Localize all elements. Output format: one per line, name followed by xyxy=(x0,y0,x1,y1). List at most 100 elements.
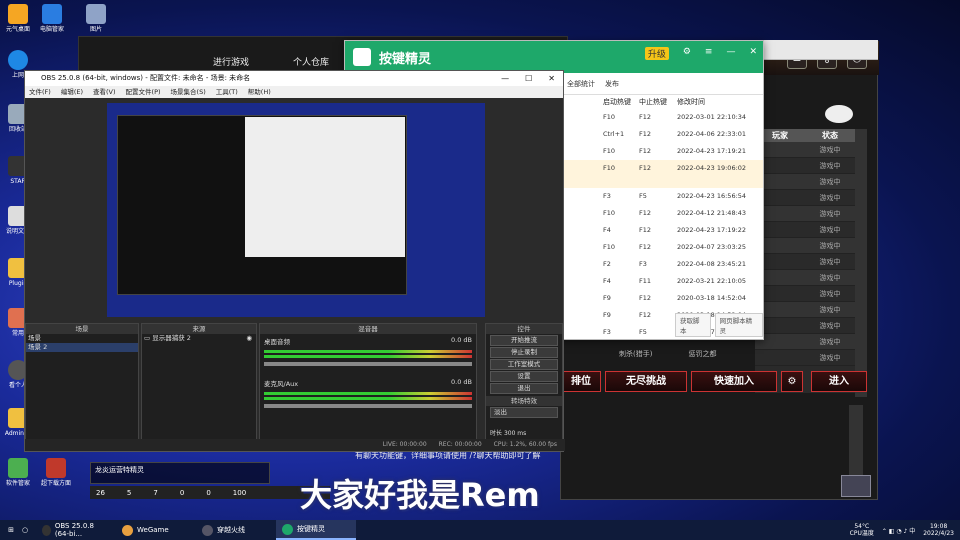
taskbar-app[interactable]: 按键精灵 xyxy=(276,520,356,540)
script-cell: F10 xyxy=(603,113,616,121)
resource-value: 100 xyxy=(232,488,247,497)
obs-menu-item[interactable]: 帮助(H) xyxy=(248,86,271,98)
quick-join-button[interactable]: 快速加入 xyxy=(691,371,777,392)
player-row[interactable]: 游戏中 xyxy=(755,318,855,334)
status-cell: 游戏中 xyxy=(819,226,841,234)
speaker-icon[interactable] xyxy=(825,105,853,123)
windows-start-icon[interactable]: ⊞ xyxy=(0,520,22,540)
script-cell: F5 xyxy=(639,328,647,336)
volume-slider[interactable] xyxy=(264,362,472,366)
studio-mode-button[interactable]: 工作室模式 xyxy=(490,359,558,370)
player-row[interactable]: 游戏中 xyxy=(755,270,855,286)
chat-scrollbar[interactable] xyxy=(849,405,863,475)
endless-challenge-button[interactable]: 无尽挑战 xyxy=(605,371,687,392)
gear-icon[interactable]: ⚙ xyxy=(781,371,803,392)
start-streaming-button[interactable]: 开始推流 xyxy=(490,335,558,346)
rec-timer: REC: 00:00:00 xyxy=(438,441,482,448)
obs-menu-item[interactable]: 文件(F) xyxy=(29,86,51,98)
get-scripts-button[interactable]: 获取脚本 xyxy=(675,313,711,337)
obs-menu-item[interactable]: 配置文件(P) xyxy=(126,86,161,98)
script-cell: 2022-03-21 22:10:05 xyxy=(677,277,747,285)
web-script-button[interactable]: 网页脚本精灵 xyxy=(714,313,763,337)
close-icon[interactable]: ✕ xyxy=(548,71,555,86)
script-cell: F10 xyxy=(603,164,616,172)
scene-item[interactable]: 场景 xyxy=(26,334,138,343)
upgrade-button[interactable]: 升级 xyxy=(644,47,669,60)
player-table-scrollbar[interactable] xyxy=(855,129,867,397)
desktop-icon-pictures[interactable]: 图片 xyxy=(80,4,112,33)
script-cell: F12 xyxy=(639,294,652,302)
player-row[interactable]: 游戏中 xyxy=(755,350,855,366)
player-row[interactable]: 游戏中 xyxy=(755,206,855,222)
obs-menu-item[interactable]: 查看(V) xyxy=(93,86,116,98)
image-icon xyxy=(86,4,106,24)
script-cell: F5 xyxy=(639,192,647,200)
player-row[interactable]: 游戏中 xyxy=(755,174,855,190)
player-cell xyxy=(755,350,805,365)
desktop-icon-download[interactable]: 超下载方面 xyxy=(40,458,72,487)
gear-icon[interactable]: ⚙ xyxy=(683,47,691,60)
resource-value: 0 xyxy=(179,488,185,497)
desktop-icon-softmgr[interactable]: 软件管家 xyxy=(2,458,34,487)
stats-button[interactable]: 全部统计 xyxy=(567,79,595,89)
maximize-icon[interactable]: ☐ xyxy=(525,71,532,86)
player-row[interactable]: 游戏中 xyxy=(755,302,855,318)
taskbar-app[interactable]: WeGame xyxy=(116,520,196,540)
scene-item[interactable]: 场景 2 xyxy=(26,343,138,352)
player-row[interactable]: 游戏中 xyxy=(755,222,855,238)
minimize-icon[interactable]: — xyxy=(501,71,509,86)
live-timer: LIVE: 00:00:00 xyxy=(382,441,427,448)
player-row[interactable]: 游戏中 xyxy=(755,190,855,206)
clock-time: 19:08 xyxy=(929,523,948,530)
player-row[interactable]: 游戏中 xyxy=(755,254,855,270)
status-cell: 游戏中 xyxy=(819,290,841,298)
player-row[interactable]: 游戏中 xyxy=(755,158,855,174)
close-icon[interactable]: ✕ xyxy=(749,47,757,60)
tab-warehouse[interactable]: 个人仓库 xyxy=(293,55,329,68)
track-name: 麦克风/Aux xyxy=(264,380,299,388)
obs-preview[interactable] xyxy=(107,103,485,317)
obs-menu-item[interactable]: 场景集合(S) xyxy=(171,86,206,98)
app-icon xyxy=(122,524,133,536)
script-cell: 2022-04-23 19:06:02 xyxy=(677,164,747,172)
settings-button[interactable]: 设置 xyxy=(490,371,558,382)
script-cell: F3 xyxy=(639,260,647,268)
status-cell: 游戏中 xyxy=(819,178,841,186)
obs-menu-item[interactable]: 编辑(E) xyxy=(61,86,83,98)
player-row[interactable]: 游戏中 xyxy=(755,142,855,158)
minimize-icon[interactable]: — xyxy=(726,47,735,60)
app-icon xyxy=(282,523,293,535)
player-row[interactable]: 游戏中 xyxy=(755,238,855,254)
player-row[interactable]: 游戏中 xyxy=(755,286,855,302)
resource-value: 7 xyxy=(153,488,158,497)
search-icon[interactable]: ○ xyxy=(22,526,36,534)
taskbar-app[interactable]: OBS 25.0.8 (64-bi... xyxy=(36,520,116,540)
player-row[interactable]: 游戏中 xyxy=(755,334,855,350)
menu-icon[interactable]: ≡ xyxy=(705,47,713,60)
browser-icon xyxy=(8,50,28,70)
tray-icons[interactable]: ⌃ ◧ ◔ ♪ 中 xyxy=(882,526,915,535)
status-cell: 游戏中 xyxy=(819,338,841,346)
script-cell: 2022-03-01 22:10:34 xyxy=(677,113,747,121)
script-cell: F12 xyxy=(639,311,652,319)
exit-icon[interactable] xyxy=(841,475,871,497)
player-table: 玩家 状态 游戏中 游戏中 游戏中 游戏中 游戏中 游戏中 游戏中 游戏中 游戏中 游戏中 游戏中 游戏… xyxy=(755,129,855,393)
tab-play[interactable]: 进行游戏 xyxy=(213,55,249,68)
obs-menu-item[interactable]: 工具(T) xyxy=(216,86,238,98)
taskbar-app[interactable]: 穿越火线 xyxy=(196,520,276,540)
stop-recording-button[interactable]: 停止录制 xyxy=(490,347,558,358)
publish-button[interactable]: 发布 xyxy=(605,79,619,89)
app-icon xyxy=(46,458,66,478)
ranked-button[interactable]: 排位 xyxy=(561,371,601,392)
taskbar: ⊞ ○ OBS 25.0.8 (64-bi... WeGame 穿越火线 按键精灵 5… xyxy=(0,520,960,540)
enter-button[interactable]: 进入 xyxy=(811,371,867,392)
exit-button[interactable]: 退出 xyxy=(490,383,558,394)
eye-icon[interactable]: ◉ xyxy=(246,334,252,343)
script-cell: 2022-04-23 17:19:21 xyxy=(677,147,747,155)
transition-select[interactable]: 淡出 xyxy=(490,407,558,418)
volume-slider[interactable] xyxy=(264,404,472,408)
desktop-icon-yuanqi[interactable]: 元气桌面 xyxy=(2,4,34,33)
duration-input[interactable]: 300 ms xyxy=(504,430,526,437)
desktop-icon-guanjia[interactable]: 电脑管家 xyxy=(36,4,68,33)
source-item[interactable]: ▭ 显示器捕获 2 ◉ xyxy=(142,334,256,343)
